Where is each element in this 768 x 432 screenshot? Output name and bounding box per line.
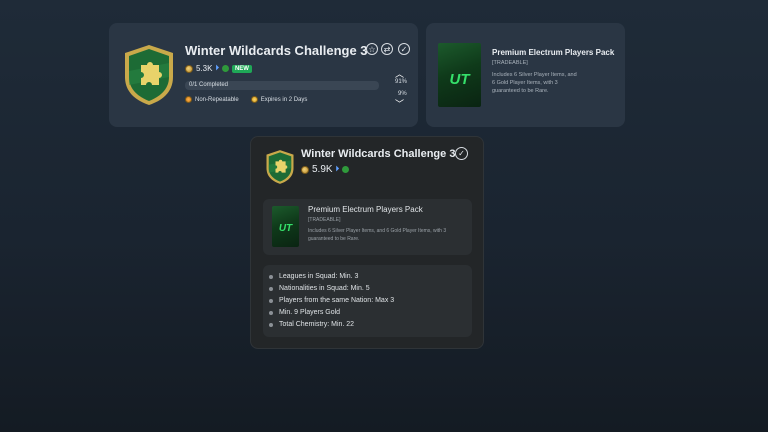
reward-box[interactable]: UT Premium Electrum Players Pack [TRADEA… xyxy=(263,199,472,255)
pack-tag: [TRADEABLE] xyxy=(308,217,341,223)
check-icon[interactable]: ✓ xyxy=(398,43,410,55)
bullet-icon xyxy=(269,322,273,327)
challenge-badge-icon xyxy=(266,150,294,184)
non-repeatable-label: Non-Repeatable xyxy=(195,96,239,103)
reward-title: Premium Electrum Players Pack xyxy=(492,48,615,57)
pack-logo: UT xyxy=(278,223,293,234)
requirement-text: Leagues in Squad: Min. 3 xyxy=(279,273,359,280)
pack-title: Premium Electrum Players Pack xyxy=(308,205,423,214)
non-repeatable-icon xyxy=(185,96,192,103)
requirement-item: Total Chemistry: Min. 22 xyxy=(269,321,354,328)
reward-desc-line: Includes 6 Silver Player Items, and xyxy=(492,72,577,78)
bullet-icon xyxy=(269,310,273,315)
pack-image: UT xyxy=(272,206,299,247)
requirement-text: Players from the same Nation: Max 3 xyxy=(279,297,395,304)
requirement-text: Nationalities in Squad: Min. 5 xyxy=(279,285,370,292)
check-icon[interactable]: ✓ xyxy=(455,147,468,160)
reward-desc-line: guaranteed to be Rare. xyxy=(492,88,549,94)
coin-cost: 5.9K xyxy=(312,164,333,175)
progress-label: 0/1 Completed xyxy=(189,82,229,88)
reward-tag: [TRADEABLE] xyxy=(492,60,528,66)
challenge-title: Winter Wildcards Challenge 3 xyxy=(185,43,368,58)
clock-icon xyxy=(250,96,258,103)
expires-label: Expires in 2 Days xyxy=(260,96,308,103)
coin-cost: 5.3K xyxy=(196,64,213,73)
new-badge: NEW xyxy=(231,64,252,73)
xbox-icon xyxy=(342,166,350,173)
pack-desc-line: Includes 6 Silver Player Items, and 6 Go… xyxy=(308,228,447,234)
challenge-card[interactable]: Winter Wildcards Challenge 3 ☆ ⇄ ✓ 5.3K … xyxy=(109,23,418,127)
progress-bar: 0/1 Completed xyxy=(185,81,379,90)
pack-image: UT xyxy=(438,43,481,107)
requirement-item: Leagues in Squad: Min. 3 xyxy=(269,273,358,280)
xbox-icon xyxy=(221,65,229,72)
coin-icon xyxy=(301,165,309,174)
pack-desc-line: guaranteed to be Rare. xyxy=(308,236,360,242)
upvote-percent: 91% xyxy=(395,79,408,85)
bullet-icon xyxy=(269,274,273,279)
playstation-icon: ⏵ xyxy=(335,165,340,173)
requirement-item: Nationalities in Squad: Min. 5 xyxy=(269,285,370,292)
coin-icon xyxy=(185,64,193,73)
requirement-text: Total Chemistry: Min. 22 xyxy=(279,321,355,328)
exchange-icon[interactable]: ⇄ xyxy=(381,43,393,55)
requirements-box: Leagues in Squad: Min. 3 Nationalities i… xyxy=(263,265,472,337)
challenge-detail-panel: Winter Wildcards Challenge 3 ✓ 5.9K ⏵ UT… xyxy=(250,136,484,349)
reward-description: Includes 6 Silver Player Items, and 6 Go… xyxy=(492,71,577,95)
pack-description: Includes 6 Silver Player Items, and 6 Go… xyxy=(308,227,446,243)
challenge-badge-icon xyxy=(125,45,173,105)
star-icon[interactable]: ☆ xyxy=(366,43,378,55)
downvote-icon[interactable]: ﹀ xyxy=(395,97,404,110)
reward-desc-line: 6 Gold Player Items, with 3 xyxy=(492,80,558,86)
bullet-icon xyxy=(269,286,273,291)
bullet-icon xyxy=(269,298,273,303)
requirement-item: Players from the same Nation: Max 3 xyxy=(269,297,394,304)
pack-logo: UT xyxy=(449,71,470,88)
detail-title: Winter Wildcards Challenge 3 xyxy=(301,148,456,160)
requirement-text: Min. 9 Players Gold xyxy=(279,309,341,316)
requirement-item: Min. 9 Players Gold xyxy=(269,309,340,316)
reward-card[interactable]: UT Premium Electrum Players Pack [TRADEA… xyxy=(426,23,625,127)
playstation-icon: ⏵ xyxy=(215,64,219,72)
